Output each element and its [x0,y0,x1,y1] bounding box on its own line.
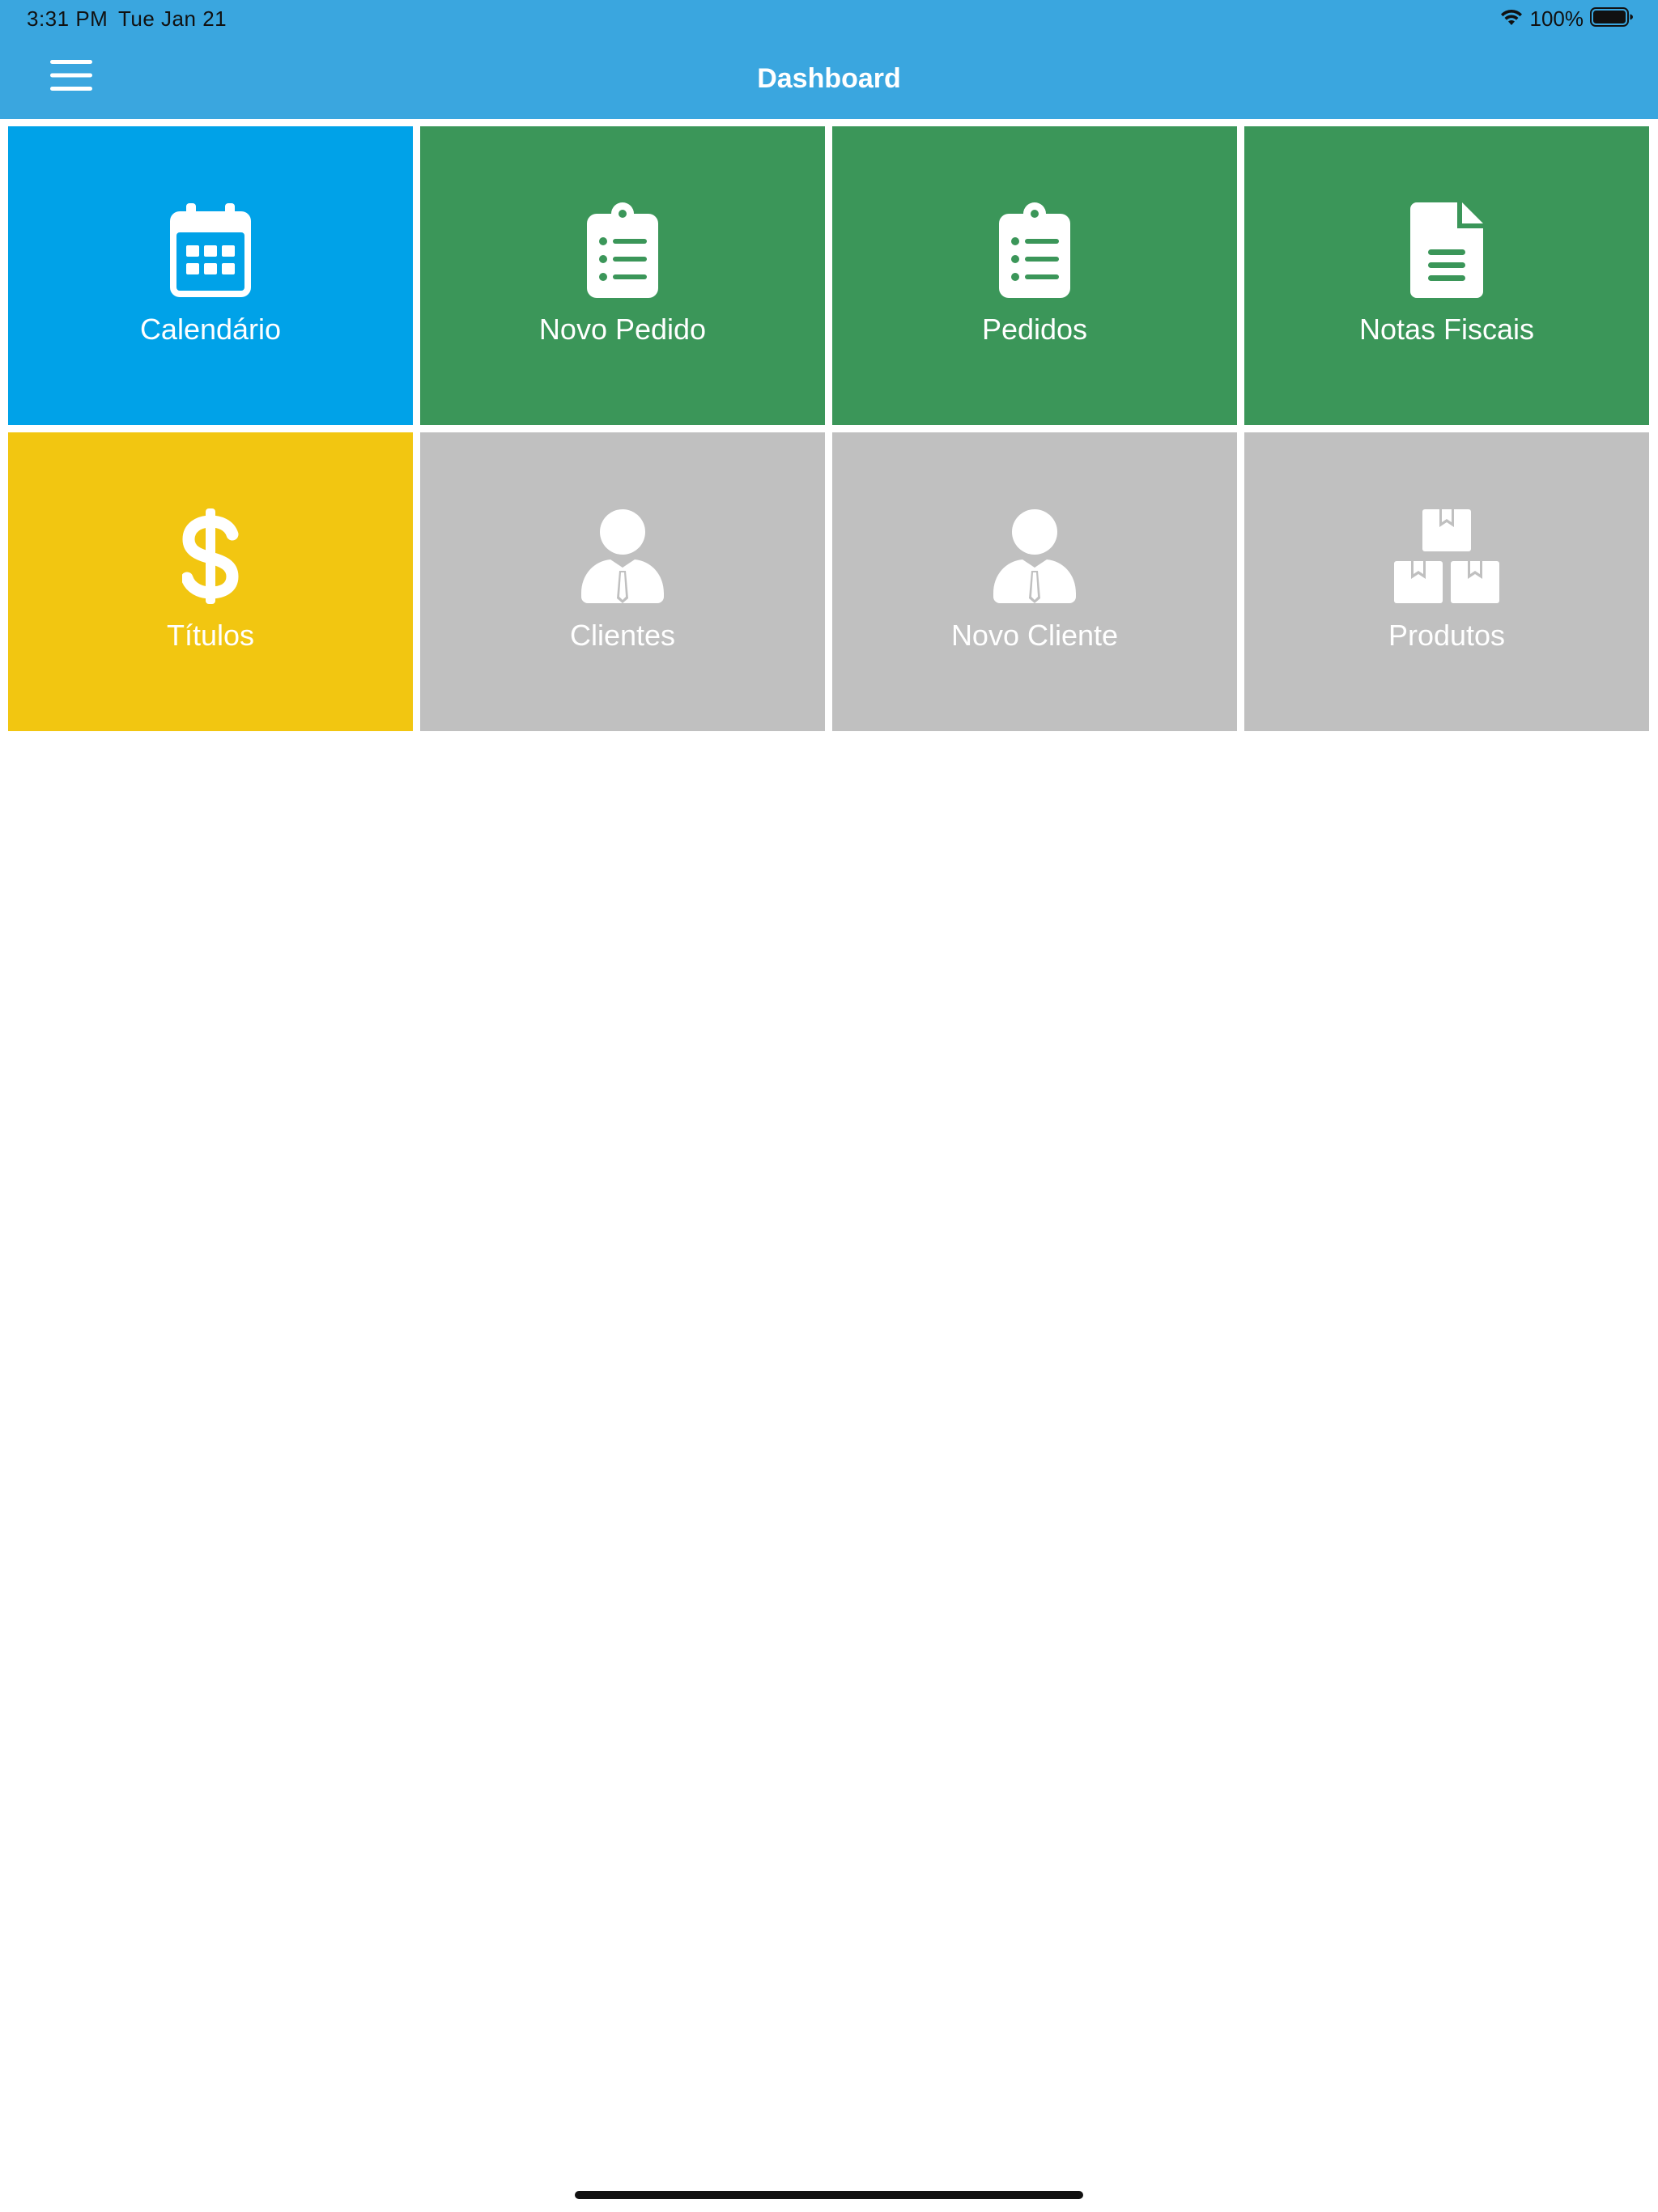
status-indicators: 100% [1499,5,1635,32]
navigation-bar: Dashboard [0,39,1658,119]
tile-produtos[interactable]: Produtos [1244,432,1649,731]
tile-titulos[interactable]: Títulos [8,432,413,731]
tile-label: Calendário [139,313,282,346]
status-bar: 3:31 PM Tue Jan 21 100% [0,0,1658,39]
user-tie-icon [420,508,825,604]
tile-novo-cliente[interactable]: Novo Cliente [832,432,1237,731]
calendar-icon [8,202,413,298]
clipboard-list-icon [420,202,825,298]
tile-label: Produtos [1388,619,1506,652]
status-date: Tue Jan 21 [118,6,227,31]
tile-pedidos[interactable]: Pedidos [832,126,1237,425]
boxes-icon [1244,508,1649,604]
document-icon [1244,202,1649,298]
battery-icon [1590,6,1634,32]
tile-label: Títulos [166,619,255,652]
tile-calendario[interactable]: Calendário [8,126,413,425]
wifi-icon [1499,7,1524,31]
home-indicator[interactable] [575,2191,1083,2199]
dashboard-grid: Calendário Novo Pedido Pedidos Notas Fis… [8,126,1652,731]
tile-label: Clientes [569,619,676,652]
clipboard-list-icon [832,202,1237,298]
dollar-icon [8,508,413,604]
tile-label: Novo Pedido [538,313,707,346]
tile-clientes[interactable]: Clientes [420,432,825,731]
page-title: Dashboard [757,63,901,94]
battery-percentage: 100% [1529,6,1584,31]
status-time: 3:31 PM [27,6,108,31]
tile-label: Pedidos [981,313,1088,346]
user-tie-icon [832,508,1237,604]
tile-label: Notas Fiscais [1358,313,1535,346]
tile-label: Novo Cliente [950,619,1119,652]
tile-novo-pedido[interactable]: Novo Pedido [420,126,825,425]
tile-notas-fiscais[interactable]: Notas Fiscais [1244,126,1649,425]
